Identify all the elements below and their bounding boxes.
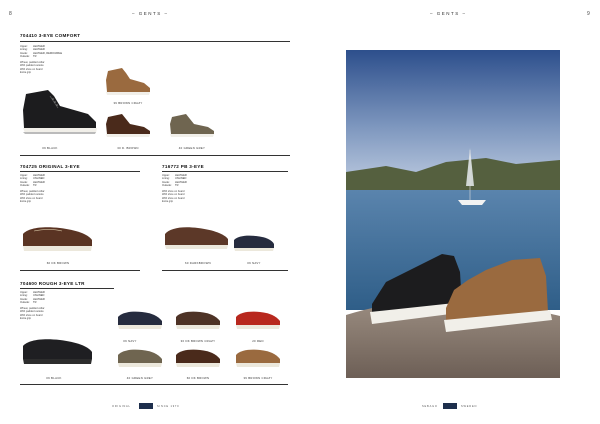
divider	[20, 288, 114, 289]
footer-left-text: ORIGINAL	[112, 405, 131, 408]
divider	[20, 270, 140, 271]
footer-right-text: SWEDEN	[461, 405, 478, 408]
divider	[162, 270, 288, 271]
shoe-image-brown-crazy-boot	[106, 68, 150, 95]
product-title: 704725 ORIGINAL 3-EYE	[20, 164, 80, 169]
feature-notes: With shoe on board With shoe on board Wi…	[162, 190, 185, 204]
shoe-image-darkbrown-boat-shoe	[165, 227, 228, 249]
spec-list: Upper: LEATHER Lining: UNLINED Insole: LEAT…	[20, 291, 45, 305]
feature-notes: Wheat, padded collar With padded outsole…	[20, 61, 45, 75]
shoe-image-brown-crazy-rough-shoe	[236, 349, 280, 367]
divider	[20, 155, 290, 156]
color-caption: 09 BLACK	[46, 376, 62, 380]
shoe-image-green-grey-boot	[170, 114, 214, 137]
shoe-image-black-boot	[23, 90, 97, 134]
brand-logo	[443, 403, 457, 409]
divider	[20, 41, 290, 42]
color-caption: 20 RED	[252, 339, 264, 343]
page-number-right: 9	[587, 11, 590, 17]
color-caption: 39 BROWN CRAZY	[113, 101, 143, 105]
spec-list: Upper: LEATHER Lining: UNLINED Insole: LEAT…	[162, 174, 187, 188]
color-caption: 30 DK BROWN CRAZY	[180, 339, 216, 343]
page-number-left: 8	[9, 11, 12, 17]
color-caption: 60 DARKBROWN	[185, 261, 211, 265]
spec-list: Upper: LEATHER Lining: UNLINED Insole: LEAT…	[20, 174, 45, 188]
color-caption: 09 NAVY	[123, 339, 137, 343]
shoe-image-black-rough-shoe	[23, 339, 92, 364]
divider	[20, 171, 140, 172]
shoe-image-red-shoe	[236, 311, 280, 329]
product-title: 704410 3-EYE COMFORT	[20, 33, 81, 38]
page-header-right: – GENTS –	[430, 11, 467, 16]
shoe-image-dk-brown-rough-shoe	[176, 349, 220, 367]
brand-logo	[139, 403, 153, 409]
shoe-image-dark-brown-boat-shoe	[23, 227, 92, 251]
footer-right-text: SINCE 1970	[157, 405, 180, 408]
page-header-left: – GENTS –	[132, 11, 169, 16]
color-caption: 30 D. BROWN	[117, 146, 139, 150]
product-title: 704600 ROUGH 3-EYE LTR	[20, 281, 85, 286]
divider	[20, 384, 288, 385]
color-caption: 09 NAVY	[247, 261, 261, 265]
feature-notes: Wheat, padded collar With padded outsole…	[20, 190, 45, 204]
color-caption: 60 DK BROWN	[46, 261, 70, 265]
shoe-image-navy-boat-shoe	[234, 235, 274, 251]
lifestyle-photo	[346, 50, 560, 378]
spec-list: Upper: LEATHER Lining: LEATHER Insole: LEAT…	[20, 45, 63, 59]
color-caption: 60 DK BROWN	[186, 376, 210, 380]
shoe-image-green-grey-rough-shoe	[118, 349, 162, 367]
feature-notes: Wheat, padded collar With padded outsole…	[20, 307, 45, 321]
color-caption: 39 BROWN CRAZY	[243, 376, 273, 380]
shoe-image-dark-brown-boot	[106, 114, 150, 137]
color-caption: 40 GREEN GREY	[126, 376, 154, 380]
shoe-image-dk-brown-crazy-shoe	[176, 311, 220, 329]
color-caption: 40 GREEN GREY	[178, 146, 206, 150]
divider	[162, 171, 288, 172]
footer-left-text: SEBAGO	[422, 405, 438, 408]
shoe-image-navy-rough-shoe	[118, 311, 162, 329]
color-caption: 09 BLACK	[42, 146, 58, 150]
product-title: 716772 PB 3-EYE	[162, 164, 205, 169]
